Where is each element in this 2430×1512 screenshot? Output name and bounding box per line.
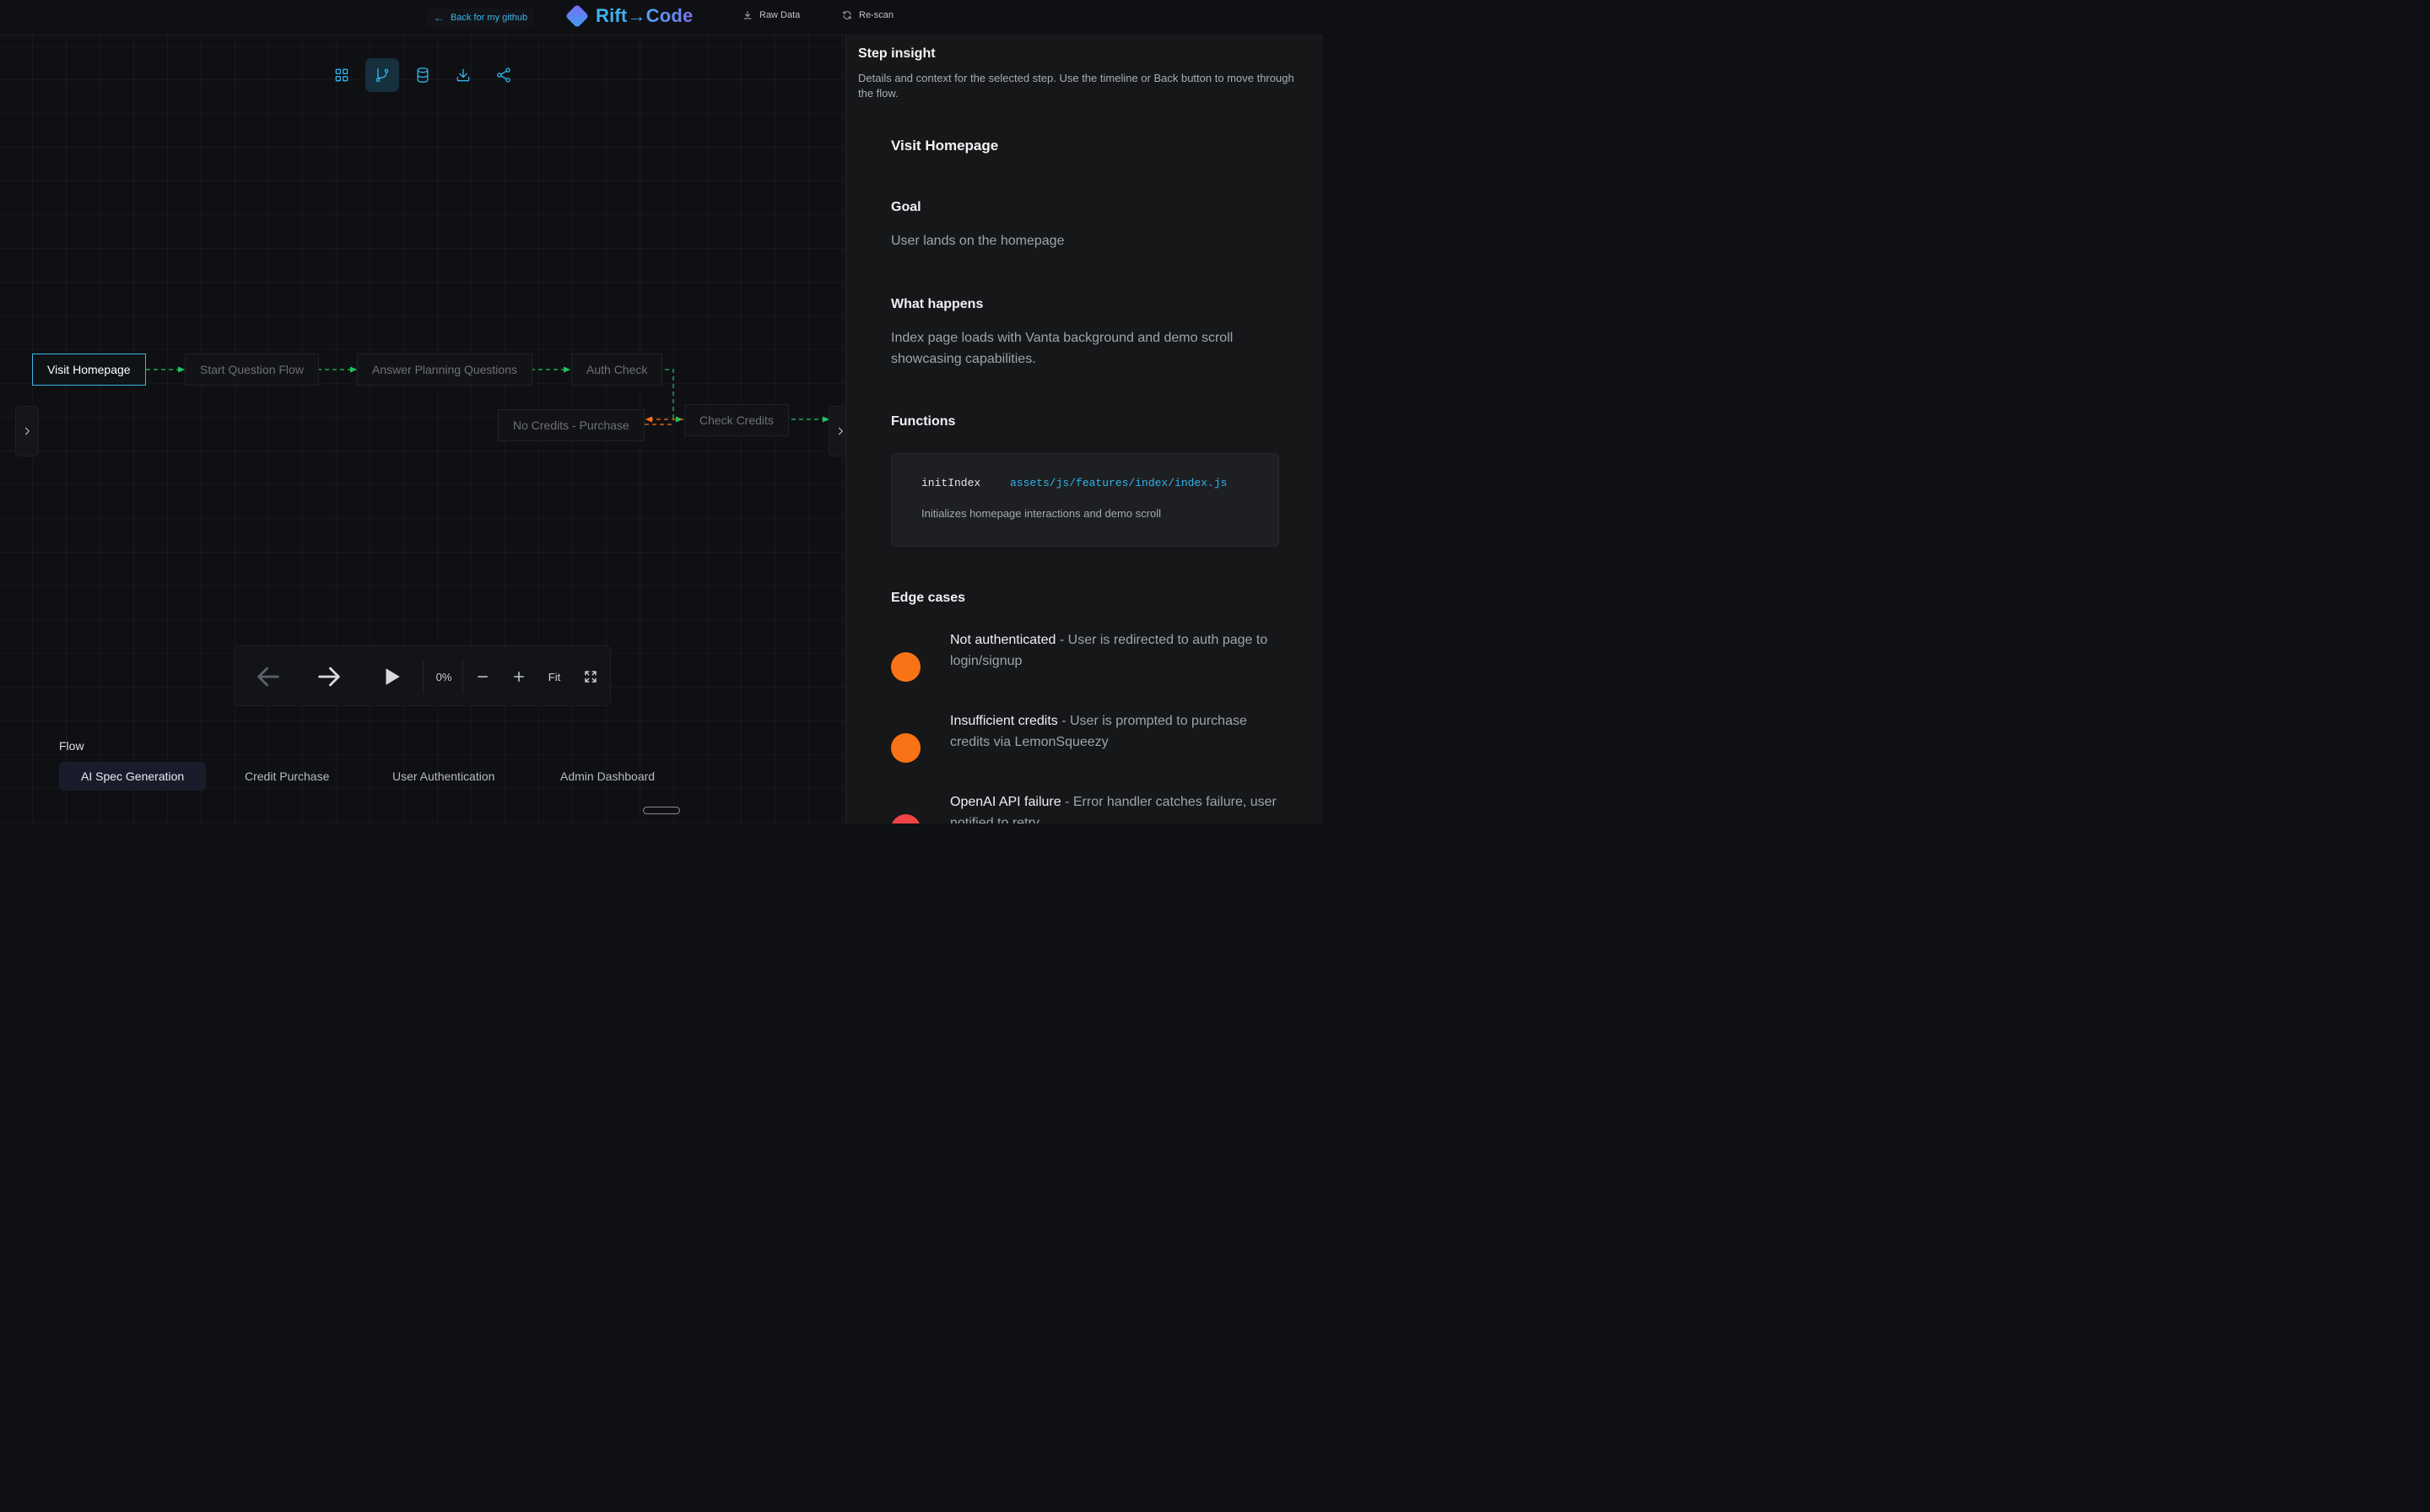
- node-label: Answer Planning Questions: [372, 363, 517, 376]
- raw-data-label: Raw Data: [759, 10, 801, 20]
- functions-heading: Functions: [891, 414, 956, 429]
- what-happens-text: Index page loads with Vanta background a…: [891, 331, 1234, 366]
- edge-case-text: OpenAI API failure - Error handler catch…: [950, 791, 1279, 824]
- flow-tab-credit-purchase[interactable]: Credit Purchase: [223, 762, 351, 791]
- controls-divider: [423, 660, 424, 694]
- play-icon: [386, 668, 400, 685]
- flow-node-visit-homepage[interactable]: Visit Homepage: [32, 354, 146, 386]
- back-button[interactable]: ← Back for my github: [427, 8, 535, 27]
- plus-icon: [514, 672, 524, 682]
- edge-case-text: Insufficient credits - User is prompted …: [950, 710, 1279, 753]
- edge-case-status-dot: [891, 733, 921, 763]
- goal-text: User lands on the homepage: [891, 234, 1065, 248]
- progress-readout: 0%: [427, 646, 461, 707]
- panel-description: Details and context for the selected ste…: [858, 72, 1294, 100]
- grid-icon: [335, 68, 348, 82]
- flow-label: Flow: [59, 739, 84, 753]
- logo-diamond-icon: [564, 3, 590, 29]
- goal-heading: Goal: [891, 200, 921, 214]
- grid-view-button[interactable]: [325, 58, 359, 92]
- top-bar: ← Back for my github Rift→Code Raw Data …: [0, 0, 1323, 35]
- controls-divider: [462, 660, 463, 694]
- zoom-out-button[interactable]: [472, 646, 493, 707]
- function-path-link[interactable]: assets/js/features/index/index.js: [1010, 477, 1227, 489]
- arrow-right-icon: [318, 667, 340, 687]
- edge-case-title: OpenAI API failure: [950, 795, 1061, 809]
- node-label: Check Credits: [699, 413, 774, 427]
- download-button[interactable]: [446, 58, 480, 92]
- flow-tab-label: Admin Dashboard: [560, 770, 656, 783]
- flow-tab-admin-dashboard[interactable]: Admin Dashboard: [538, 762, 677, 791]
- flow-tab-label: AI Spec Generation: [81, 770, 185, 783]
- step-insight-panel: Step insight Details and context for the…: [845, 35, 1323, 824]
- chevron-right-icon: [838, 427, 844, 435]
- step-name: Visit Homepage: [891, 138, 999, 154]
- view-toolbar: [325, 58, 521, 92]
- progress-percent: 0%: [435, 670, 452, 683]
- function-card: initIndex assets/js/features/index/index…: [891, 453, 1279, 547]
- flow-node-auth-check[interactable]: Auth Check: [571, 354, 663, 386]
- fit-button[interactable]: Fit: [543, 646, 565, 707]
- playback-controls: 0% Fit: [234, 645, 611, 706]
- flow-view-button[interactable]: [365, 58, 399, 92]
- flow-tab-ai-spec-generation[interactable]: AI Spec Generation: [59, 762, 207, 791]
- rescan-button[interactable]: Re-scan: [842, 10, 894, 20]
- rescan-label: Re-scan: [859, 10, 894, 20]
- database-icon: [417, 68, 429, 84]
- flow-node-check-credits[interactable]: Check Credits: [684, 404, 789, 436]
- next-step-button[interactable]: [310, 646, 348, 707]
- edge-case-status-dot: [891, 814, 921, 824]
- scroll-handle[interactable]: [643, 807, 680, 814]
- edge-cases-heading: Edge cases: [891, 591, 966, 605]
- chevron-right-icon: [24, 427, 30, 435]
- edge-case-item: Not authenticated - User is redirected t…: [891, 629, 1279, 682]
- flow-node-answer-planning-questions[interactable]: Answer Planning Questions: [357, 354, 532, 386]
- fit-label: Fit: [548, 670, 561, 683]
- refresh-icon: [843, 11, 851, 19]
- edge-case-title: Not authenticated: [950, 633, 1056, 647]
- database-view-button[interactable]: [406, 58, 440, 92]
- what-happens-heading: What happens: [891, 297, 984, 311]
- download-icon: [743, 11, 752, 19]
- flow-tab-label: User Authentication: [392, 770, 495, 783]
- git-branch-icon: [375, 68, 389, 83]
- edge-case-item: OpenAI API failure - Error handler catch…: [891, 791, 1279, 824]
- logo-text: Rift→Code: [596, 5, 694, 26]
- previous-step-button[interactable]: [250, 646, 287, 707]
- flow-tab-user-authentication[interactable]: User Authentication: [370, 762, 516, 791]
- flow-node-start-question-flow[interactable]: Start Question Flow: [185, 354, 319, 386]
- panel-title: Step insight: [858, 46, 936, 61]
- edge-case-status-dot: [891, 652, 921, 682]
- edge-case-text: Not authenticated - User is redirected t…: [950, 629, 1279, 672]
- node-label: No Credits - Purchase: [513, 418, 629, 432]
- back-button-label: Back for my github: [451, 13, 528, 23]
- edge-case-title: Insufficient credits: [950, 714, 1058, 728]
- function-description: Initializes homepage interactions and de…: [921, 507, 1161, 520]
- node-label: Visit Homepage: [47, 363, 131, 376]
- arrow-left-icon: ←: [434, 12, 444, 24]
- function-name: initIndex: [921, 477, 981, 489]
- share-button[interactable]: [487, 58, 521, 92]
- flow-tab-label: Credit Purchase: [245, 770, 330, 783]
- arrow-left-icon: [257, 667, 279, 687]
- share-icon: [497, 68, 510, 83]
- minus-icon: [478, 676, 488, 678]
- download-icon: [456, 68, 470, 82]
- zoom-in-button[interactable]: [509, 646, 529, 707]
- edge-case-item: Insufficient credits - User is prompted …: [891, 710, 1279, 763]
- fullscreen-button[interactable]: [580, 646, 601, 707]
- logo: Rift→Code: [564, 3, 694, 29]
- fullscreen-icon: [585, 671, 597, 683]
- node-label: Auth Check: [586, 363, 648, 376]
- left-sidebar-toggle[interactable]: [15, 406, 39, 456]
- node-label: Start Question Flow: [200, 363, 304, 376]
- play-button[interactable]: [375, 646, 408, 707]
- raw-data-button[interactable]: Raw Data: [742, 10, 800, 20]
- flow-node-no-credits-purchase[interactable]: No Credits - Purchase: [498, 409, 645, 441]
